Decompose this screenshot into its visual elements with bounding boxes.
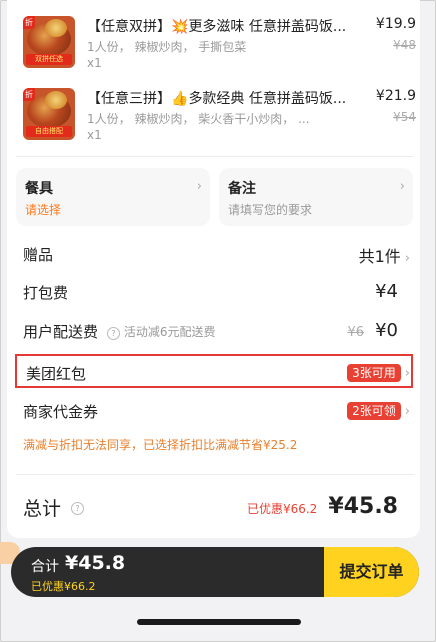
tableware-value: 请选择 bbox=[25, 203, 62, 217]
delivery-fee-value: ¥0 bbox=[375, 320, 398, 341]
packing-fee-value: ¥4 bbox=[375, 281, 398, 302]
remark-field[interactable]: 备注 请填写您的要求 › bbox=[219, 168, 413, 226]
delivery-fee-row: 用户配送费 ? 活动减6元配送费 ¥6 ¥0 bbox=[23, 318, 398, 344]
bar-discount: 已优惠¥66.2 bbox=[31, 580, 96, 593]
gift-row[interactable]: 赠品 共1件 › bbox=[23, 241, 410, 267]
discount-tag: 折 bbox=[23, 16, 35, 29]
item-thumbnail: 折 自由搭配 bbox=[23, 88, 75, 140]
packing-fee-row: 打包费 ¥4 bbox=[23, 279, 398, 305]
discount-notice: 满减与折扣无法同享，已选择折扣比满减节省¥25.2 bbox=[23, 438, 298, 452]
divider bbox=[16, 156, 413, 157]
remark-label: 备注 bbox=[228, 181, 256, 197]
packing-fee-label: 打包费 bbox=[23, 284, 69, 302]
voucher-label: 商家代金券 bbox=[23, 403, 99, 421]
highlight-box bbox=[15, 354, 413, 388]
thumbnail-ribbon: 自由搭配 bbox=[26, 126, 72, 137]
divider bbox=[16, 474, 414, 475]
boom-icon: 💥 bbox=[171, 19, 189, 35]
order-item[interactable]: 折 双拼任选 【任意双拼】💥更多滋味 任意拼盖码饭... ¥19.9 1人份， … bbox=[23, 16, 418, 76]
home-indicator bbox=[137, 619, 301, 625]
tableware-label: 餐具 bbox=[25, 181, 53, 197]
voucher-row[interactable]: 商家代金券 2张可领 › bbox=[23, 398, 410, 424]
remark-placeholder: 请填写您的要求 bbox=[228, 203, 313, 217]
thumbnail-ribbon: 双拼任选 bbox=[26, 54, 72, 65]
item-thumbnail: 折 双拼任选 bbox=[23, 16, 75, 68]
chevron-right-icon: › bbox=[399, 179, 405, 194]
item-quantity: x1 bbox=[87, 56, 102, 70]
tableware-selector[interactable]: 餐具 请选择 › bbox=[16, 168, 210, 226]
bowl-image bbox=[45, 19, 67, 37]
total-label: 总计 bbox=[23, 498, 62, 520]
delivery-discount-info: 活动减6元配送费 bbox=[123, 325, 216, 339]
order-card: 折 双拼任选 【任意双拼】💥更多滋味 任意拼盖码饭... ¥19.9 1人份， … bbox=[7, 0, 420, 538]
discount-tag: 折 bbox=[23, 88, 35, 101]
item-description: 1人份， 辣椒炒肉， 柴火香干小炒肉， ... bbox=[87, 112, 310, 126]
gift-value: 共1件 bbox=[358, 247, 401, 266]
item-price: ¥21.9 bbox=[375, 88, 416, 104]
item-original-price: ¥48 bbox=[393, 38, 416, 52]
chevron-right-icon: › bbox=[404, 404, 410, 419]
total-amount: ¥45.8 bbox=[328, 494, 398, 519]
delivery-original-fee: ¥6 bbox=[347, 325, 364, 340]
help-icon[interactable]: ? bbox=[71, 502, 84, 515]
bar-total-label: 合计 bbox=[31, 559, 59, 575]
info-icon[interactable]: ? bbox=[107, 327, 120, 340]
item-price: ¥19.9 bbox=[375, 16, 416, 32]
order-item[interactable]: 折 自由搭配 【任意三拼】👍多款经典 任意拼盖码饭... ¥21.9 1人份， … bbox=[23, 88, 418, 148]
item-title: 【任意双拼】💥更多滋味 任意拼盖码饭... bbox=[87, 19, 347, 35]
thumbs-up-icon: 👍 bbox=[171, 91, 189, 107]
delivery-fee-label: 用户配送费 bbox=[23, 323, 99, 341]
chevron-right-icon: › bbox=[404, 251, 410, 266]
gift-label: 赠品 bbox=[23, 246, 54, 264]
item-quantity: x1 bbox=[87, 128, 102, 142]
item-title: 【任意三拼】👍多款经典 任意拼盖码饭... bbox=[87, 91, 347, 107]
chevron-right-icon: › bbox=[196, 179, 202, 194]
item-description: 1人份， 辣椒炒肉， 手撕包菜 bbox=[87, 40, 247, 54]
bowl-image bbox=[45, 91, 67, 109]
voucher-badge: 2张可领 bbox=[347, 402, 401, 420]
checkout-bar: 合计 ¥45.8 已优惠¥66.2 提交订单 bbox=[11, 547, 419, 597]
total-discount: 已优惠¥66.2 bbox=[246, 502, 318, 516]
bar-total-value: ¥45.8 bbox=[65, 552, 126, 574]
submit-order-button[interactable]: 提交订单 bbox=[324, 547, 419, 597]
item-original-price: ¥54 bbox=[393, 110, 416, 124]
total-row: 总计 ? 已优惠¥66.2 ¥45.8 bbox=[23, 494, 398, 524]
